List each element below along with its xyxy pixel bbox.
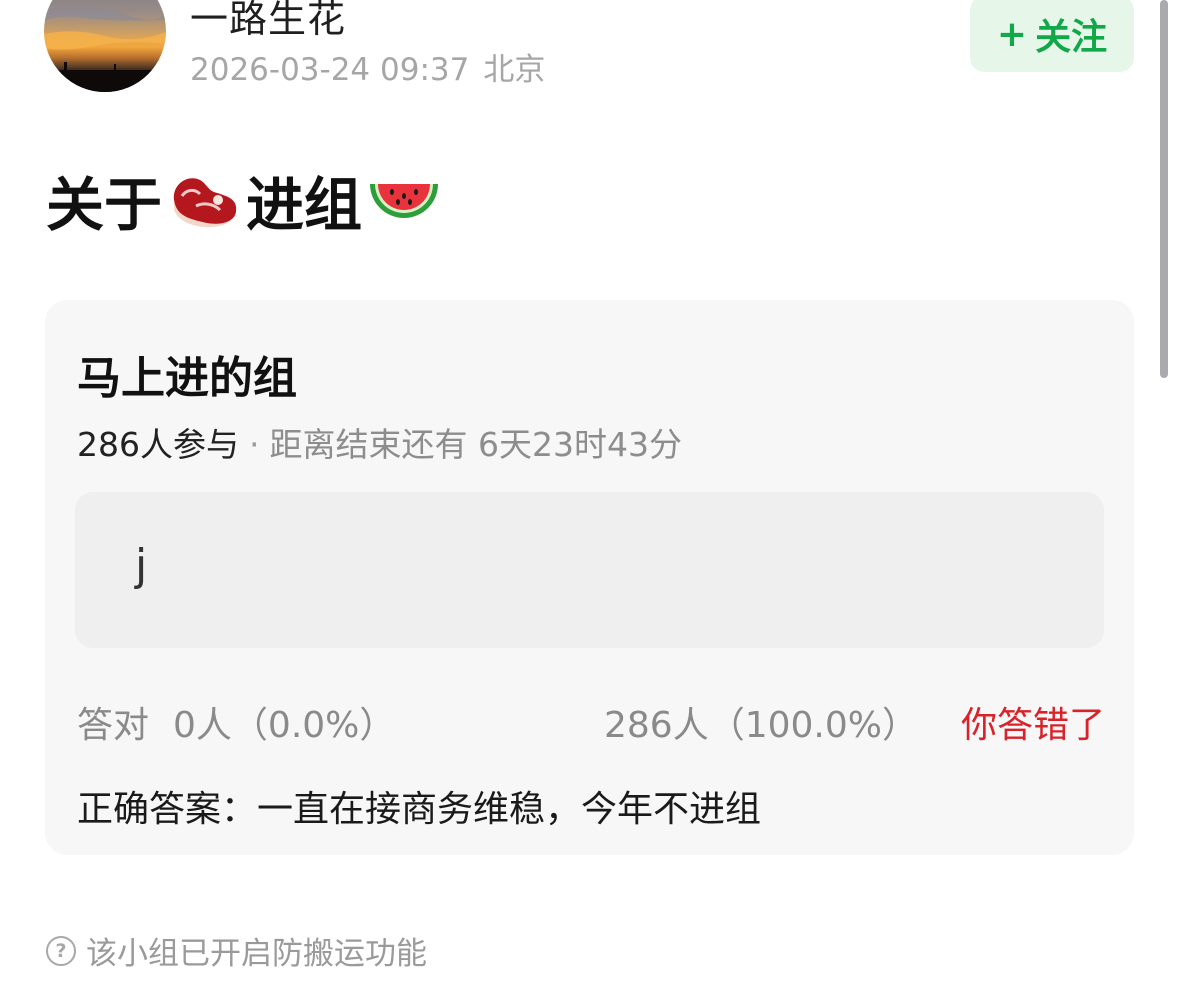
- author-name[interactable]: 一路生花: [190, 0, 346, 43]
- poll-stats: 答对 0人（0.0%） 286人（100.0%） 你答错了: [77, 696, 1105, 746]
- help-icon: ?: [46, 935, 76, 966]
- scrollbar[interactable]: [1160, 0, 1168, 378]
- follow-button[interactable]: + 关注: [970, 0, 1134, 72]
- correct-label: 答对: [77, 705, 150, 746]
- correct-count: 0人（0.0%）: [173, 705, 396, 746]
- post-title: 关于 进组: [46, 158, 446, 242]
- participant-count: 286人参与: [77, 425, 239, 464]
- post-time: 2026-03-24 09:37: [190, 52, 470, 88]
- poll-card: 马上进的组 286人参与 · 距离结束还有 6天23时43分 j 答对 0人（0.0%…: [45, 300, 1134, 855]
- poll-meta: 286人参与 · 距离结束还有 6天23时43分: [77, 418, 682, 466]
- anti-repost-note[interactable]: ? 该小组已开启防搬运功能: [46, 928, 427, 973]
- answer-option[interactable]: j: [75, 492, 1104, 648]
- post-location: 北京: [483, 52, 546, 88]
- poll-title: 马上进的组: [77, 353, 297, 404]
- anti-repost-text: 该小组已开启防搬运功能: [86, 936, 427, 972]
- post-meta: 2026-03-24 09:37 北京: [190, 44, 545, 89]
- correct-answer: 正确答案：一直在接商务维稳，今年不进组: [77, 789, 762, 830]
- post-title-text-2: 进组: [246, 171, 363, 239]
- wrong-stat: 286人（100.0%）: [604, 705, 918, 746]
- plus-icon: +: [996, 13, 1028, 55]
- post-title-text-1: 关于: [46, 171, 163, 239]
- follow-label: 关注: [1035, 17, 1108, 58]
- avatar[interactable]: [44, 0, 166, 92]
- meat-icon: [173, 178, 237, 228]
- watermelon-icon: [370, 184, 439, 218]
- result-badge: 你答错了: [960, 705, 1105, 746]
- sunset-avatar-image: [44, 5, 166, 92]
- countdown-text: 距离结束还有 6天23时43分: [269, 425, 682, 464]
- answer-text: j: [135, 540, 148, 591]
- post-page: 一路生花 2026-03-24 09:37 北京 + 关注 关于 进组 马上进的…: [0, 0, 1179, 1003]
- meta-separator: ·: [249, 425, 260, 464]
- correct-stat: 答对 0人（0.0%）: [77, 696, 395, 748]
